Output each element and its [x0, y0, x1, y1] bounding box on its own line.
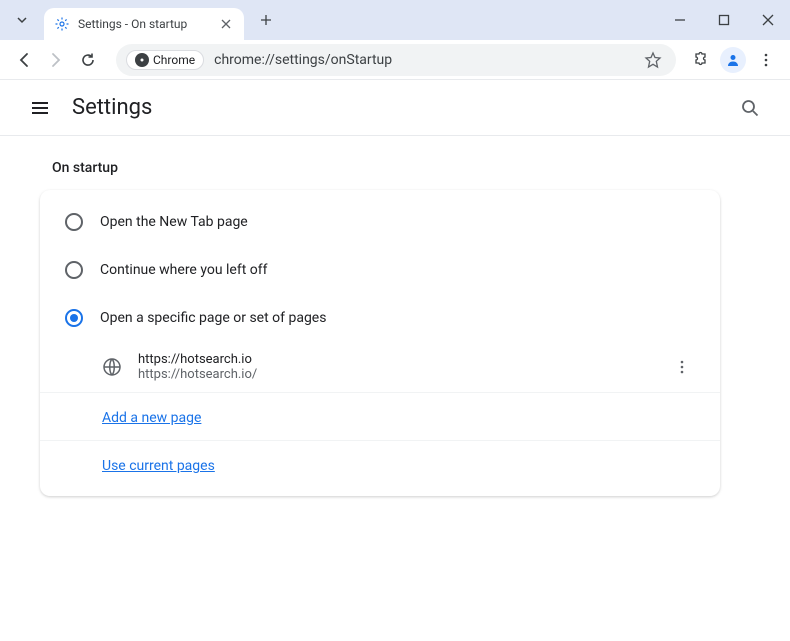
maximize-button[interactable] — [702, 0, 746, 40]
plus-icon — [260, 14, 272, 26]
bookmark-button[interactable] — [640, 47, 666, 73]
section-title: On startup — [52, 160, 750, 176]
radio-checked-icon — [64, 308, 84, 328]
puzzle-icon — [691, 51, 709, 69]
use-current-row: Use current pages — [40, 441, 720, 488]
radio-unchecked-icon — [64, 260, 84, 280]
main-content: On startup Open the New Tab page Continu… — [0, 136, 790, 520]
minimize-icon — [674, 14, 686, 26]
startup-page-row: https://hotsearch.io https://hotsearch.i… — [40, 342, 720, 393]
extensions-button[interactable] — [684, 44, 716, 76]
reload-icon — [79, 51, 97, 69]
chrome-chip: Chrome — [126, 50, 204, 70]
profile-button[interactable] — [720, 47, 746, 73]
add-page-link[interactable]: Add a new page — [102, 410, 201, 426]
url-text: chrome://settings/onStartup — [214, 52, 392, 68]
dots-vertical-icon — [674, 359, 690, 375]
forward-button[interactable] — [40, 44, 72, 76]
radio-specific-pages[interactable]: Open a specific page or set of pages — [40, 294, 720, 342]
radio-open-new-tab[interactable]: Open the New Tab page — [40, 198, 720, 246]
use-current-link[interactable]: Use current pages — [102, 458, 215, 474]
chrome-menu-button[interactable] — [750, 44, 782, 76]
close-window-button[interactable] — [746, 0, 790, 40]
radio-continue[interactable]: Continue where you left off — [40, 246, 720, 294]
minimize-button[interactable] — [658, 0, 702, 40]
arrow-left-icon — [15, 51, 33, 69]
browser-toolbar: Chrome chrome://settings/onStartup — [0, 40, 790, 80]
reload-button[interactable] — [72, 44, 104, 76]
chrome-chip-label: Chrome — [153, 53, 195, 67]
radio-unchecked-icon — [64, 212, 84, 232]
star-icon — [644, 51, 662, 69]
gear-icon — [54, 16, 70, 32]
back-button[interactable] — [8, 44, 40, 76]
settings-header: Settings — [0, 80, 790, 136]
page-texts: https://hotsearch.io https://hotsearch.i… — [138, 352, 668, 382]
page-url-text: https://hotsearch.io/ — [138, 367, 668, 382]
dots-vertical-icon — [758, 52, 774, 68]
search-icon — [740, 98, 760, 118]
tab-search-dropdown[interactable] — [8, 6, 36, 34]
close-icon[interactable] — [218, 16, 234, 32]
page-title-text: https://hotsearch.io — [138, 352, 668, 367]
page-title: Settings — [72, 95, 152, 120]
search-settings-button[interactable] — [730, 88, 770, 128]
chevron-down-icon — [16, 14, 28, 26]
arrow-right-icon — [47, 51, 65, 69]
chrome-logo-icon — [135, 53, 149, 67]
radio-label: Open the New Tab page — [100, 214, 248, 230]
add-page-row: Add a new page — [40, 393, 720, 441]
tab-title: Settings - On startup — [78, 17, 210, 31]
radio-label: Open a specific page or set of pages — [100, 310, 326, 326]
globe-icon — [102, 357, 122, 377]
hamburger-icon — [30, 98, 50, 118]
menu-button[interactable] — [20, 88, 60, 128]
maximize-icon — [718, 14, 730, 26]
address-bar[interactable]: Chrome chrome://settings/onStartup — [116, 44, 676, 76]
radio-label: Continue where you left off — [100, 262, 268, 278]
close-icon — [762, 14, 774, 26]
new-tab-button[interactable] — [252, 6, 280, 34]
window-controls — [658, 0, 790, 40]
startup-card: Open the New Tab page Continue where you… — [40, 190, 720, 496]
title-bar: Settings - On startup — [0, 0, 790, 40]
browser-tab[interactable]: Settings - On startup — [44, 8, 244, 40]
page-item-menu[interactable] — [668, 353, 696, 381]
person-icon — [724, 51, 742, 69]
